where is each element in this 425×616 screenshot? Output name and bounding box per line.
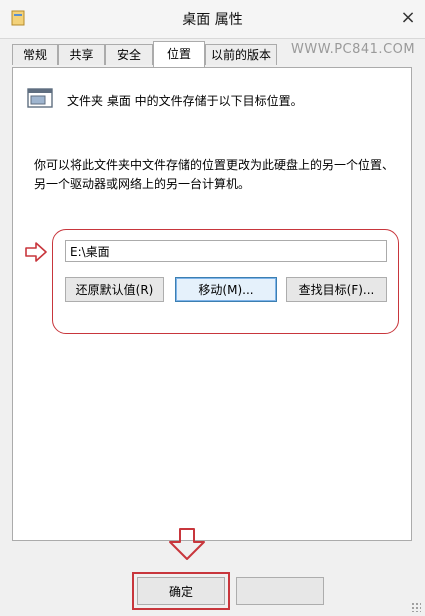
location-description: 文件夹 桌面 中的文件存储于以下目标位置。 [67,94,303,108]
tab-general[interactable]: 常规 [12,44,58,65]
location-path-input[interactable] [65,240,387,262]
close-icon: × [400,6,416,28]
watermark: WWW.PC841.COM [291,42,416,57]
find-target-button[interactable]: 查找目标(F)... [286,277,387,302]
outline-right-arrow-icon [25,242,47,262]
help-paragraph: 你可以将此文件夹中文件存储的位置更改为此硬盘上的另一个位置、另一个驱动器或网络上… [34,158,395,191]
title-bar: 桌面 属性 × [0,0,425,39]
window-title: 桌面 属性 [182,12,243,28]
move-button[interactable]: 移动(M)... [175,277,277,302]
tab-previous-versions[interactable]: 以前的版本 [205,44,277,65]
cancel-button[interactable] [236,577,324,605]
folder-icon [27,88,53,108]
ok-button[interactable]: 确定 [137,577,225,605]
outline-down-arrow-icon [169,528,205,560]
tab-sharing[interactable]: 共享 [58,44,105,65]
close-button[interactable]: × [397,6,419,28]
tab-security[interactable]: 安全 [105,44,153,65]
location-panel: 文件夹 桌面 中的文件存储于以下目标位置。 你可以将此文件夹中文件存储的位置更改… [12,67,412,541]
tab-location[interactable]: 位置 [153,41,205,67]
resize-grip[interactable] [411,602,421,612]
restore-default-button[interactable]: 还原默认值(R) [65,277,164,302]
